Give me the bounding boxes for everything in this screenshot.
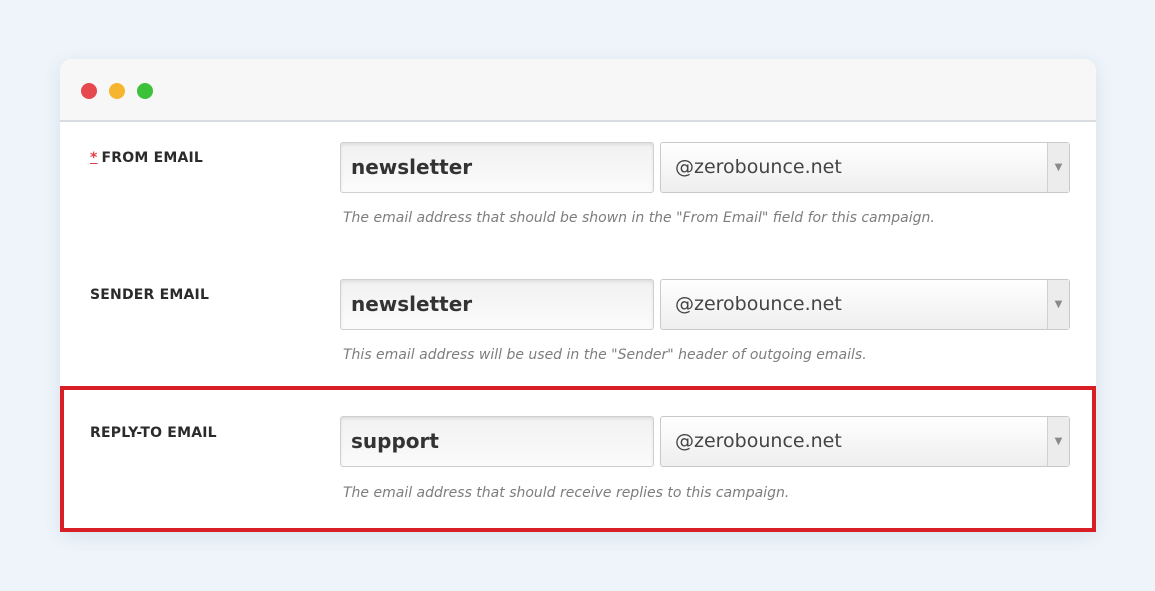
reply-to-email-hint: The email address that should receive re… bbox=[343, 485, 790, 501]
reply-to-email-domain-value: @zerobounce.net bbox=[675, 430, 842, 452]
chevron-down-icon[interactable]: ▼ bbox=[1047, 143, 1069, 192]
sender-email-hint: This email address will be used in the "… bbox=[343, 347, 867, 363]
chevron-down-icon[interactable]: ▼ bbox=[1047, 280, 1069, 329]
from-email-label: * FROM EMAIL bbox=[90, 150, 203, 166]
sender-email-domain-value: @zerobounce.net bbox=[675, 293, 842, 315]
sender-email-local-input[interactable]: newsletter bbox=[340, 279, 654, 330]
minimize-window-button[interactable] bbox=[109, 83, 125, 99]
from-email-hint: The email address that should be shown i… bbox=[343, 210, 935, 226]
from-email-label-text: FROM EMAIL bbox=[101, 150, 204, 166]
reply-to-email-local-input[interactable]: support bbox=[340, 416, 654, 467]
app-window: * FROM EMAIL newsletter @zerobounce.net ▼… bbox=[60, 59, 1096, 532]
close-window-button[interactable] bbox=[81, 83, 97, 99]
sender-email-label: SENDER EMAIL bbox=[90, 287, 210, 303]
reply-to-email-label: REPLY-TO EMAIL bbox=[90, 425, 217, 441]
window-titlebar bbox=[60, 59, 1096, 122]
reply-to-email-domain-select[interactable]: @zerobounce.net ▼ bbox=[660, 416, 1070, 467]
from-email-domain-value: @zerobounce.net bbox=[675, 156, 842, 178]
from-email-domain-select[interactable]: @zerobounce.net ▼ bbox=[660, 142, 1070, 193]
from-email-local-input[interactable]: newsletter bbox=[340, 142, 654, 193]
from-email-row: * FROM EMAIL newsletter @zerobounce.net ▼… bbox=[60, 122, 1096, 259]
maximize-window-button[interactable] bbox=[137, 83, 153, 99]
chevron-down-icon[interactable]: ▼ bbox=[1047, 417, 1069, 466]
sender-email-domain-select[interactable]: @zerobounce.net ▼ bbox=[660, 279, 1070, 330]
required-marker: * bbox=[90, 150, 98, 166]
sender-email-row: SENDER EMAIL newsletter @zerobounce.net … bbox=[60, 259, 1096, 396]
reply-to-email-row: REPLY-TO EMAIL support @zerobounce.net ▼… bbox=[60, 387, 1096, 532]
